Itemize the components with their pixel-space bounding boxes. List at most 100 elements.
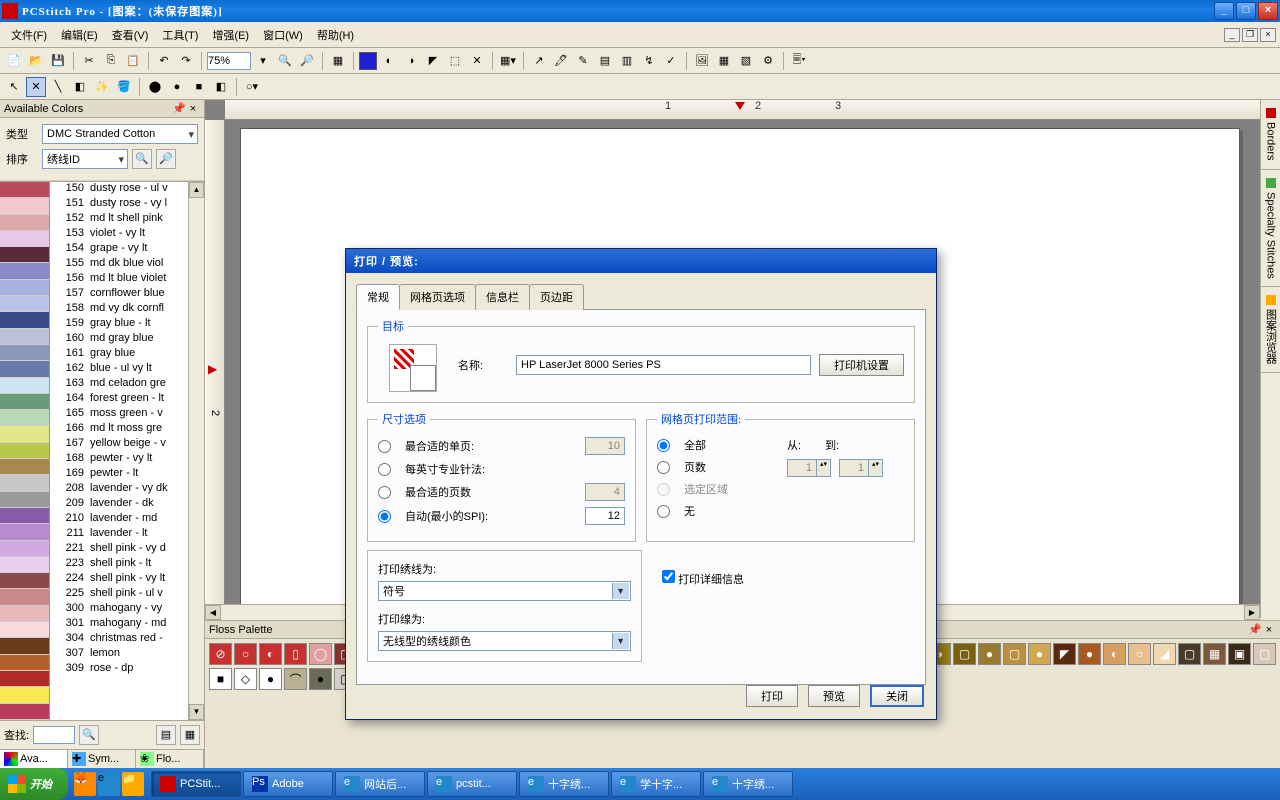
hscroll-left-icon[interactable]: ◀	[205, 605, 221, 620]
color-list-item[interactable]: 211lavender - lt	[50, 527, 188, 542]
shape3-icon[interactable]: ■	[189, 77, 209, 97]
left-tab-symbols[interactable]: ✚Sym...	[68, 750, 136, 768]
size-opt4-radio[interactable]	[378, 510, 391, 523]
color-list-item[interactable]: 309rose - dp	[50, 662, 188, 677]
floss-chip[interactable]: ▢	[953, 643, 976, 665]
search-input[interactable]	[33, 726, 75, 744]
tool-e-icon[interactable]: ▥	[617, 51, 637, 71]
color-swatch[interactable]	[0, 247, 49, 263]
line-icon[interactable]: ╲	[48, 77, 68, 97]
size-opt2-radio[interactable]	[378, 463, 391, 476]
shape1-icon[interactable]: ⬤	[145, 77, 165, 97]
type-select[interactable]: DMC Stranded Cotton	[42, 124, 198, 144]
floss-chip[interactable]: ▯	[284, 643, 307, 665]
zoom-dropdown-icon[interactable]: ▾	[253, 51, 273, 71]
range-all-radio[interactable]	[657, 439, 670, 452]
color-swatch[interactable]	[0, 704, 49, 720]
tab-margins[interactable]: 页边距	[529, 284, 584, 310]
floss-chip[interactable]: ●	[978, 643, 1001, 665]
cut-icon[interactable]: ✂	[79, 51, 99, 71]
stitch-half1-icon[interactable]: ◐	[379, 51, 399, 71]
size-opt4-value[interactable]	[585, 507, 625, 525]
sidetab-browser[interactable]: 图案浏览器	[1261, 287, 1280, 373]
color-list-item[interactable]: 152md lt shell pink	[50, 212, 188, 227]
color-list-item[interactable]: 155md dk blue viol	[50, 257, 188, 272]
zoom-out-icon[interactable]: 🔎	[297, 51, 317, 71]
hscroll-right-icon[interactable]: ▶	[1244, 605, 1260, 620]
task-pcstitch[interactable]: PCStit...	[151, 771, 241, 797]
start-button[interactable]: 开始	[0, 768, 68, 800]
color-swatch[interactable]	[0, 622, 49, 638]
color-list-item[interactable]: 304christmas red -	[50, 632, 188, 647]
floss-chip[interactable]: ●	[1078, 643, 1101, 665]
undo-icon[interactable]: ↶	[154, 51, 174, 71]
menu-help[interactable]: 帮助(H)	[310, 23, 361, 47]
minimize-button[interactable]: _	[1214, 2, 1234, 20]
left-tab-available[interactable]: Ava...	[0, 750, 68, 768]
color-swatch[interactable]	[0, 280, 49, 296]
color-swatch[interactable]	[0, 361, 49, 377]
tool-i-icon[interactable]: ▦	[714, 51, 734, 71]
menu-window[interactable]: 窗口(W)	[256, 23, 310, 47]
tool-h-icon[interactable]: 🖼	[692, 51, 712, 71]
color-list-item[interactable]: 163md celadon gre	[50, 377, 188, 392]
color-swatch[interactable]	[0, 378, 49, 394]
color-swatch[interactable]	[0, 524, 49, 540]
floss-chip[interactable]: ●	[309, 668, 332, 690]
color-swatch[interactable]	[0, 541, 49, 557]
floss-chip[interactable]: ⌒	[284, 668, 307, 690]
left-tab-floss[interactable]: ❀Flo...	[136, 750, 204, 768]
color-list-item[interactable]: 164forest green - lt	[50, 392, 188, 407]
tool-a-icon[interactable]: ↗	[529, 51, 549, 71]
pointer-icon[interactable]: ↖	[4, 77, 24, 97]
tool-k-icon[interactable]: ⚙	[758, 51, 778, 71]
color-swatch[interactable]	[0, 492, 49, 508]
scroll-down-icon[interactable]: ▼	[189, 704, 204, 720]
color-list-item[interactable]: 150dusty rose - ul v	[50, 182, 188, 197]
color-swatch[interactable]	[0, 296, 49, 312]
color-swatch[interactable]	[0, 231, 49, 247]
color-list-item[interactable]: 168pewter - vy lt	[50, 452, 188, 467]
color-swatch[interactable]	[0, 329, 49, 345]
floss-chip[interactable]: ○	[234, 643, 257, 665]
color-swatch[interactable]	[0, 589, 49, 605]
task-cross1[interactable]: e十字绣...	[519, 771, 609, 797]
color-list-item[interactable]: 151dusty rose - vy l	[50, 197, 188, 212]
floss-chip[interactable]: ▢	[1178, 643, 1201, 665]
color-swatch[interactable]	[0, 394, 49, 410]
search-btn1[interactable]: 🔍	[79, 725, 99, 745]
stitch-quarter-icon[interactable]: ◤	[423, 51, 443, 71]
tab-gridpage[interactable]: 网格页选项	[399, 284, 476, 310]
color-swatch[interactable]	[0, 345, 49, 361]
color-list-item[interactable]: 156md lt blue violet	[50, 272, 188, 287]
new-icon[interactable]: 📄	[4, 51, 24, 71]
paste-icon[interactable]: 📋	[123, 51, 143, 71]
color-list-item[interactable]: 153violet - vy lt	[50, 227, 188, 242]
task-pcstit2[interactable]: epcstit...	[427, 771, 517, 797]
print-button[interactable]: 打印	[746, 685, 798, 707]
mdi-minimize[interactable]: _	[1224, 28, 1240, 42]
menu-edit[interactable]: 编辑(E)	[54, 23, 105, 47]
color-list-item[interactable]: 210lavender - md	[50, 512, 188, 527]
task-learn[interactable]: e学十字...	[611, 771, 701, 797]
task-cross2[interactable]: e十字绣...	[703, 771, 793, 797]
color-list-item[interactable]: 162blue - ul vy lt	[50, 362, 188, 377]
stitch-full-icon[interactable]	[359, 52, 377, 70]
color-swatch[interactable]	[0, 198, 49, 214]
gridopts-icon[interactable]: ▦▾	[498, 51, 518, 71]
stitch-cross-icon[interactable]: ✕	[467, 51, 487, 71]
range-none-radio[interactable]	[657, 505, 670, 518]
tab-general[interactable]: 常规	[356, 284, 400, 310]
color-swatch[interactable]	[0, 638, 49, 654]
color-list-item[interactable]: 157cornflower blue	[50, 287, 188, 302]
floss-chip[interactable]: ■	[209, 668, 232, 690]
floss-chip[interactable]: ◤	[1053, 643, 1076, 665]
tab-info[interactable]: 信息栏	[475, 284, 530, 310]
color-swatch[interactable]	[0, 573, 49, 589]
floss-chip[interactable]: ▢	[1253, 643, 1276, 665]
color-swatch[interactable]	[0, 557, 49, 573]
shape2-icon[interactable]: ●	[167, 77, 187, 97]
printer-name-input[interactable]	[516, 355, 811, 375]
grid-icon[interactable]: ▦	[328, 51, 348, 71]
color-list-item[interactable]: 224shell pink - vy lt	[50, 572, 188, 587]
